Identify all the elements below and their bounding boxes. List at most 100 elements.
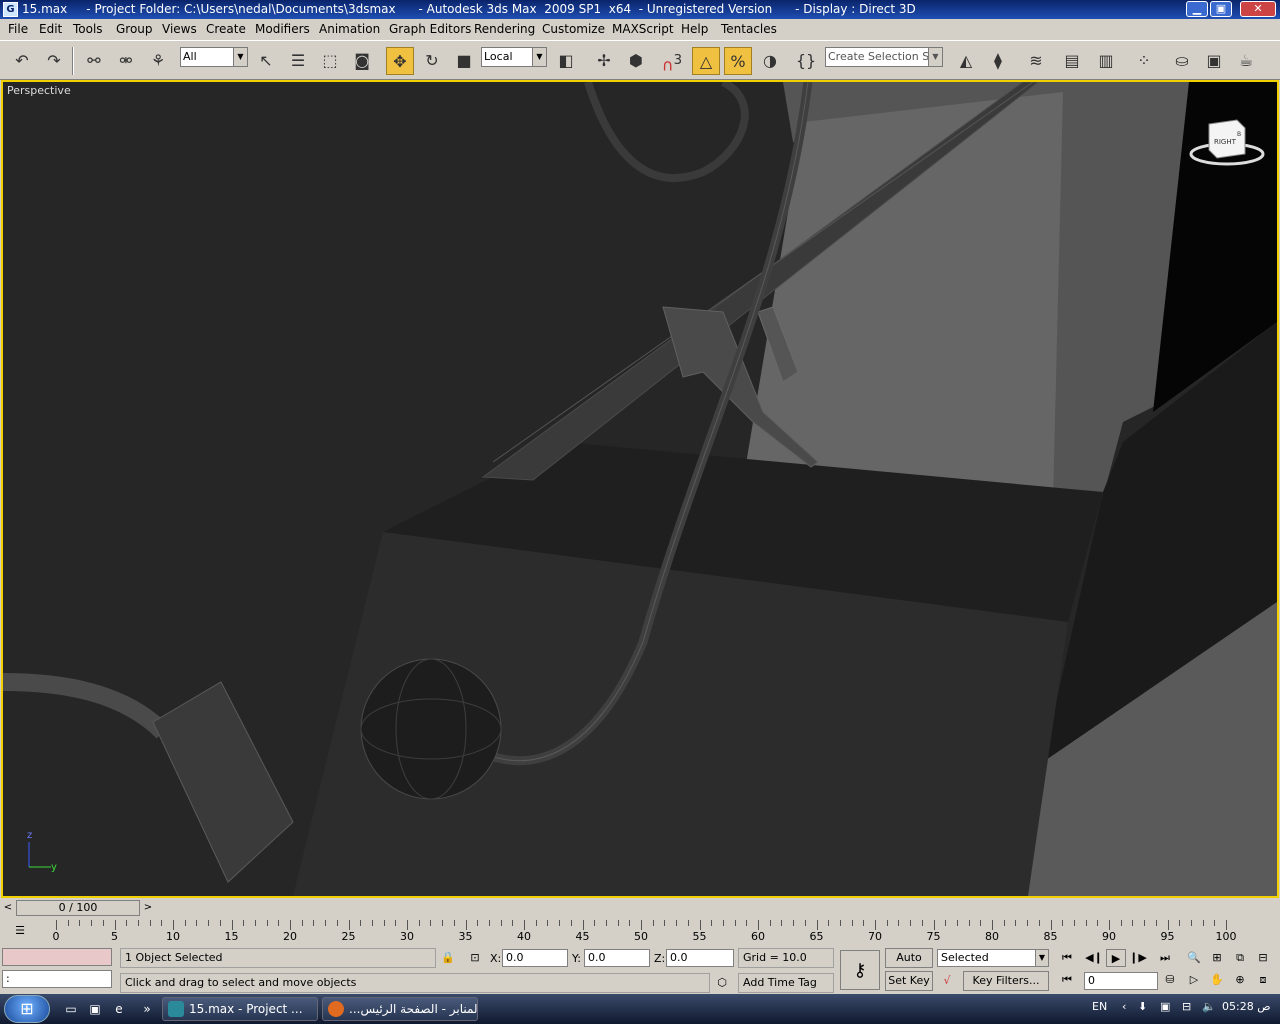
menu-animation[interactable]: Animation (319, 22, 380, 36)
close-button[interactable]: ✕ (1240, 1, 1276, 17)
play-icon[interactable]: ▶ (1106, 949, 1126, 967)
percent-snap-icon[interactable]: % (724, 47, 752, 75)
network-icon[interactable]: ⊟ (1182, 1000, 1191, 1013)
auto-key-button[interactable]: Auto Key (885, 948, 933, 982)
select-and-rotate-icon[interactable]: ↻ (418, 47, 446, 75)
time-prev-button[interactable]: < (1, 900, 15, 916)
maxscript-mini-listener[interactable]: : (2, 970, 112, 988)
task-3dsmax[interactable]: 15.max - Project ... (162, 997, 318, 1021)
unlink-selection-icon[interactable]: ⚮ (112, 47, 140, 75)
menu-customize[interactable]: Customize (542, 22, 605, 36)
menu-views[interactable]: Views (162, 22, 197, 36)
select-and-move-icon[interactable]: ✥ (386, 47, 414, 75)
schematic-view-icon[interactable]: ▥ (1092, 47, 1120, 75)
menu-graph-editors[interactable]: Graph Editors (389, 22, 471, 36)
clock[interactable]: 05:28 ص (1222, 1000, 1271, 1013)
menu-modifiers[interactable]: Modifiers (255, 22, 310, 36)
z-coordinate-field[interactable]: 0.0 (666, 949, 734, 967)
selection-filter-dropdown[interactable]: All ▼ (180, 47, 248, 67)
quick-launch-more-icon[interactable]: » (138, 1000, 156, 1018)
rendered-frame-window-icon[interactable]: ▣ (1200, 47, 1228, 75)
key-mode-toggle-icon[interactable]: ⏮ (1057, 971, 1077, 989)
internet-explorer-icon[interactable]: e (110, 1000, 128, 1018)
field-of-view-icon[interactable]: ▷ (1184, 971, 1204, 989)
key-filters-button[interactable]: Key Filters... (963, 971, 1049, 991)
angle-snap-icon[interactable]: △ (692, 47, 720, 75)
select-object-icon[interactable]: ↖ (252, 47, 280, 75)
track-bar[interactable]: ☰ 0 5 10 15 20 25 30 35 40 45 50 55 60 65 70 75 80 85 90 95… (0, 918, 1280, 946)
menu-group[interactable]: Group (116, 22, 153, 36)
y-coordinate-field[interactable]: 0.0 (584, 949, 650, 967)
viewcube[interactable]: RIGHT B (1187, 114, 1267, 174)
align-icon[interactable]: ⧫ (984, 47, 1012, 75)
maximize-button[interactable]: ▣ (1210, 1, 1232, 17)
select-by-name-icon[interactable]: ☰ (284, 47, 312, 75)
key-tangent-icon[interactable]: √ (937, 972, 957, 990)
orbit-icon[interactable]: ⊕ (1230, 971, 1250, 989)
spinner-snap-icon[interactable]: ◑ (756, 47, 784, 75)
render-setup-icon[interactable]: ⛀ (1168, 47, 1196, 75)
frame-ruler[interactable]: 0 5 10 15 20 25 30 35 40 45 50 55 60 65 70 75 80 85 90 95 10… (52, 920, 1262, 944)
app-icon[interactable]: G (3, 2, 18, 17)
snaps-toggle-icon[interactable]: ∩3 (658, 47, 686, 75)
volume-icon[interactable]: 🔈 (1202, 1000, 1216, 1013)
manipulate-icon[interactable]: ✢ (590, 47, 618, 75)
start-button[interactable]: ⊞ (4, 995, 50, 1023)
bind-to-space-warp-icon[interactable]: ⚘ (144, 47, 172, 75)
maximize-viewport-icon[interactable]: ⧈ (1253, 971, 1273, 989)
time-configuration-icon[interactable]: ⛁ (1160, 971, 1180, 989)
pivot-center-icon[interactable]: ◧ (552, 47, 580, 75)
previous-frame-icon[interactable]: ◀❙ (1084, 949, 1104, 967)
absolute-mode-icon[interactable]: ⊡ (465, 949, 485, 967)
redo-icon[interactable]: ↷ (40, 47, 68, 75)
tray-app-icon[interactable]: ▣ (1160, 1000, 1170, 1013)
edit-named-selection-icon[interactable]: {} (792, 47, 820, 75)
lock-selection-icon[interactable]: 🔒 (438, 949, 458, 967)
menu-help[interactable]: Help (681, 22, 708, 36)
time-slider-thumb[interactable]: 0 / 100 (16, 900, 140, 916)
select-and-scale-icon[interactable]: ■ (450, 47, 478, 75)
switch-windows-icon[interactable]: ▣ (86, 1000, 104, 1018)
pan-view-icon[interactable]: ✋ (1207, 971, 1227, 989)
go-to-start-icon[interactable]: ⏮ (1057, 949, 1077, 967)
download-icon[interactable]: ⬇ (1138, 1000, 1147, 1013)
menu-tools[interactable]: Tools (73, 22, 103, 36)
task-firefox[interactable]: ...المنابر - الصفحة الرئيس (322, 997, 478, 1021)
named-selection-set-dropdown[interactable]: Create Selection Set ▼ (825, 47, 943, 67)
zoom-extents-icon[interactable]: ⧉ (1230, 949, 1250, 967)
undo-icon[interactable]: ↶ (8, 47, 36, 75)
rectangular-selection-icon[interactable]: ⬚ (316, 47, 344, 75)
material-editor-icon[interactable]: ⁘ (1130, 47, 1158, 75)
select-and-link-icon[interactable]: ⚯ (80, 47, 108, 75)
go-to-end-icon[interactable]: ⏭ (1155, 949, 1175, 967)
set-key-button[interactable]: Set Key (885, 971, 933, 991)
menu-create[interactable]: Create (206, 22, 246, 36)
mirror-icon[interactable]: ◭ (952, 47, 980, 75)
current-frame-field[interactable]: 0 (1084, 972, 1158, 990)
show-desktop-icon[interactable]: ▭ (62, 1000, 80, 1018)
layer-manager-icon[interactable]: ≋ (1022, 47, 1050, 75)
curve-editor-icon[interactable]: ▤ (1058, 47, 1086, 75)
minimize-button[interactable]: ▁ (1186, 1, 1208, 17)
keyboard-shortcut-override-icon[interactable]: ⬢ (622, 47, 650, 75)
perspective-viewport[interactable]: z y Perspective RIGHT B (1, 80, 1279, 898)
maxscript-mini-listener-pink[interactable] (2, 948, 112, 966)
reference-coordinate-dropdown[interactable]: Local ▼ (481, 47, 547, 67)
set-key-mode-key-icon[interactable]: ⚷ (840, 950, 880, 990)
menu-rendering[interactable]: Rendering (474, 22, 535, 36)
menu-edit[interactable]: Edit (39, 22, 62, 36)
zoom-extents-all-icon[interactable]: ⊟ (1253, 949, 1273, 967)
zoom-all-icon[interactable]: ⊞ (1207, 949, 1227, 967)
menu-tentacles[interactable]: Tentacles (721, 22, 777, 36)
time-next-button[interactable]: > (141, 900, 155, 916)
window-crossing-icon[interactable]: ◙ (348, 47, 376, 75)
render-production-icon[interactable]: ☕ (1232, 47, 1260, 75)
tray-expand-icon[interactable]: ‹ (1122, 1000, 1126, 1013)
next-frame-icon[interactable]: ❙▶ (1128, 949, 1148, 967)
mini-curve-editor-icon[interactable]: ☰ (10, 922, 30, 940)
zoom-icon[interactable]: 🔍 (1184, 949, 1204, 967)
add-time-tag-button[interactable]: Add Time Tag (738, 973, 834, 993)
menu-file[interactable]: File (8, 22, 28, 36)
language-indicator[interactable]: EN (1092, 1000, 1107, 1013)
key-mode-dropdown[interactable]: Selected ▼ (937, 949, 1049, 967)
